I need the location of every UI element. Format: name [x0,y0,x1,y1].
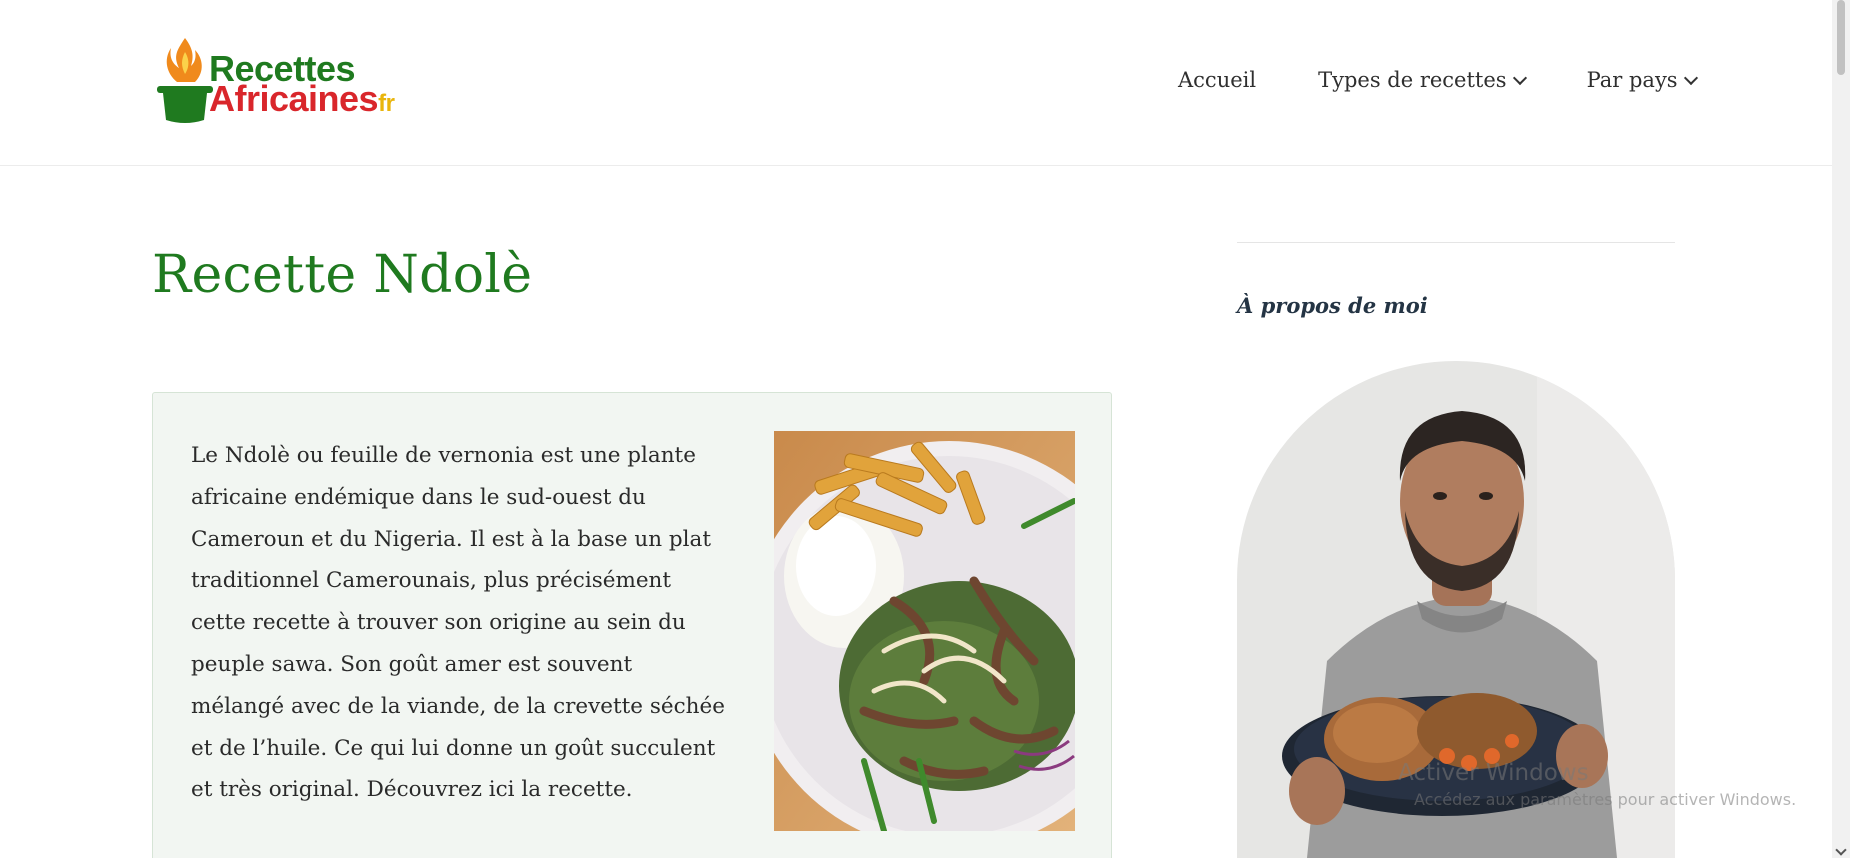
ndole-dish-image [774,431,1075,831]
nav-item-par-pays[interactable]: Par pays [1586,68,1698,92]
scrollbar-thumb[interactable] [1837,0,1845,75]
site-logo[interactable]: Recettes Africainesfr [155,34,405,126]
watermark-subtitle: Accédez aux paramètres pour activer Wind… [1414,790,1797,809]
chevron-down-icon [1683,70,1698,86]
cooking-pot-flame-icon [157,38,213,123]
logo-text: Recettes Africainesfr [209,51,395,119]
watermark-title: Activer Windows [1398,760,1589,786]
page-title: Recette Ndolè [152,245,533,305]
logo-suffix: fr [378,90,395,117]
chevron-down-icon [1512,70,1527,86]
nav-item-label: Par pays [1586,68,1678,92]
nav-item-accueil[interactable]: Accueil [1178,68,1256,92]
sidebar-title: À propos de moi [1237,293,1428,318]
main-nav: Accueil Types de recettes Par pays [1178,68,1698,92]
recipe-intro-box: Le Ndolè ou feuille de vernonia est une … [152,392,1112,858]
sidebar-divider [1237,242,1675,243]
recipe-intro-text: Le Ndolè ou feuille de vernonia est une … [191,443,725,803]
logo-line-2: Africainesfr [209,81,395,119]
windows-activation-watermark: Activer Windows Accédez aux paramètres p… [1398,760,1796,809]
site-header: Recettes Africainesfr Accueil Types de r… [0,0,1832,166]
logo-line-2-text: Africaines [209,78,379,119]
nav-item-label: Accueil [1178,68,1257,92]
page-scrollbar[interactable] [1832,0,1850,858]
ndole-dish-photo [774,431,1075,831]
scroll-down-arrow-icon[interactable] [1835,844,1847,856]
nav-item-label: Types de recettes [1318,68,1507,92]
nav-item-types-de-recettes[interactable]: Types de recettes [1318,68,1527,92]
